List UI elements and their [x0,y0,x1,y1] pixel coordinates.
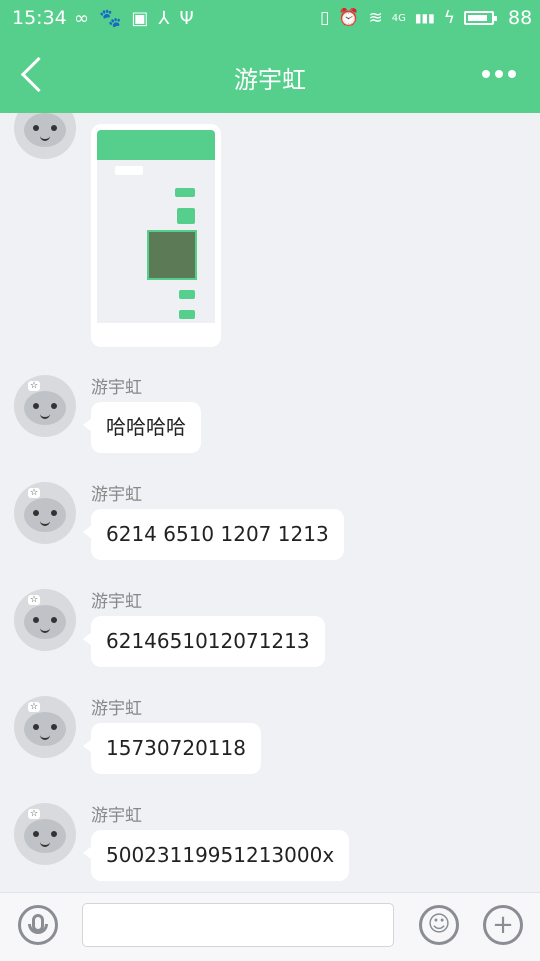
message-list[interactable]: ☆ 游宇虹 哈哈哈哈 ☆ 游宇虹 6214 6510 1207 1213 ☆ 游… [0,113,540,892]
message-bubble[interactable]: 6214 6510 1207 1213 [83,509,344,560]
add-attachment-button[interactable]: + [483,905,523,945]
title-bar: 游宇虹 [0,36,540,113]
avatar-badge: ☆ [28,595,41,605]
emoji-button[interactable]: ☺ [419,905,459,945]
cat-avatar-icon [24,712,66,746]
message-input[interactable] [82,903,394,947]
message-bubble[interactable]: 15730720118 [83,723,261,774]
sender-name: 游宇虹 [91,806,142,826]
sender-name: 游宇虹 [91,592,142,612]
sender-name: 游宇虹 [91,378,142,398]
sender-name: 游宇虹 [91,485,142,505]
avatar[interactable] [14,113,76,159]
plus-icon: + [492,910,514,940]
screenshot-thumbnail [97,130,215,341]
wifi-icon: ≋ [368,8,383,28]
smiley-icon: ☺ [427,912,451,937]
vibrate-icon: ▯ [320,8,330,28]
cat-avatar-icon [24,605,66,639]
status-time: 15:34 [12,7,67,29]
image-icon: ▣ [131,8,149,29]
cat-avatar-icon [24,498,66,532]
avatar[interactable]: ☆ [14,589,76,651]
avatar[interactable]: ☆ [14,803,76,865]
avatar-badge: ☆ [28,702,41,712]
more-dot-icon [495,70,503,78]
message-bubble[interactable]: 50023119951213000x [82,830,350,881]
charging-icon: ϟ [443,8,455,28]
status-system-icons: ▯ ⏰ ≋ 4G ▮▮▮ ϟ [320,8,497,28]
image-message[interactable] [91,124,221,347]
avatar-badge: ☆ [28,809,41,819]
more-dot-icon [482,70,490,78]
avatar[interactable]: ☆ [14,375,76,437]
battery-level: 88 [508,7,533,29]
cat-avatar-icon [24,819,66,853]
message-bubble[interactable]: 哈哈哈哈 [83,402,201,453]
paw-icon: 🐾 [99,8,122,29]
signal-icon: ▮▮▮ [414,11,435,25]
avatar-badge: ☆ [28,381,41,391]
input-bar: ☺ + [0,892,540,961]
avatar-badge: ☆ [28,488,41,498]
network-icon: ⅄ [158,8,170,29]
status-bar: 15:34 ∞ 🐾 ▣ ⅄ Ψ ▯ ⏰ ≋ 4G ▮▮▮ ϟ 88 [0,0,540,36]
more-dot-icon [508,70,516,78]
more-options-button[interactable] [482,70,522,82]
chat-title: 游宇虹 [234,66,306,94]
status-notification-icons: ∞ 🐾 ▣ ⅄ Ψ [74,8,194,29]
cat-avatar-icon [24,113,66,147]
message-bubble[interactable]: 6214651012071213 [83,616,325,667]
alarm-icon: ⏰ [338,8,360,28]
usb-icon: Ψ [179,8,194,29]
sender-name: 游宇虹 [91,699,142,719]
avatar[interactable]: ☆ [14,696,76,758]
battery-icon [463,11,497,25]
avatar[interactable]: ☆ [14,482,76,544]
infinity-icon: ∞ [74,8,89,29]
voice-button[interactable] [18,905,58,945]
network-type-icon: 4G [391,12,406,24]
cat-avatar-icon [24,391,66,425]
